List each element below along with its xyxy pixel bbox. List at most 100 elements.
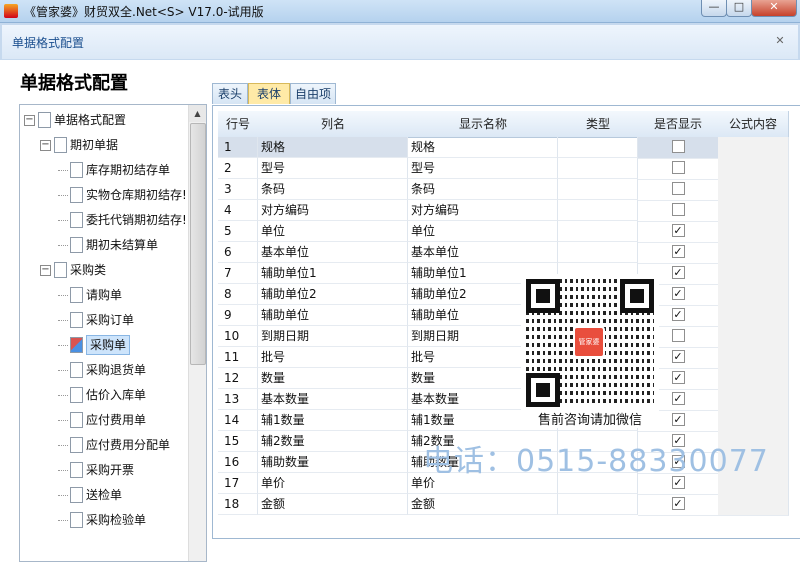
checkbox-checked-icon[interactable]: ✓ bbox=[671, 224, 685, 237]
column-name-cell[interactable]: 数量 bbox=[258, 368, 408, 389]
minimize-button[interactable]: — bbox=[701, 0, 727, 17]
column-name-cell[interactable]: 辅助数量 bbox=[258, 452, 408, 473]
column-header[interactable]: 公式内容 bbox=[718, 111, 789, 138]
display-name-cell[interactable]: 对方编码 bbox=[408, 200, 558, 221]
checkbox-unchecked-icon[interactable] bbox=[671, 140, 685, 153]
tree-item[interactable]: 采购退货单 bbox=[20, 358, 185, 382]
tab-header[interactable]: 表头 bbox=[212, 83, 248, 104]
display-name-cell[interactable]: 金额 bbox=[408, 494, 558, 515]
column-name-cell[interactable]: 单价 bbox=[258, 473, 408, 494]
formula-cell bbox=[718, 137, 789, 159]
column-name-cell[interactable]: 金额 bbox=[258, 494, 408, 515]
tree-connector bbox=[58, 220, 68, 221]
column-name-cell[interactable]: 条码 bbox=[258, 179, 408, 200]
tree-scrollbar[interactable]: ▲ bbox=[188, 105, 206, 561]
scroll-thumb[interactable] bbox=[190, 123, 206, 365]
formula-cell bbox=[718, 410, 789, 432]
type-cell bbox=[558, 494, 638, 515]
close-window-button[interactable]: ✕ bbox=[751, 0, 797, 17]
column-header[interactable]: 是否显示 bbox=[638, 111, 719, 138]
column-name-cell[interactable]: 单位 bbox=[258, 221, 408, 242]
checkbox-checked-icon[interactable]: ✓ bbox=[671, 266, 685, 279]
show-cell[interactable] bbox=[638, 137, 719, 159]
document-icon bbox=[70, 212, 83, 228]
column-header[interactable]: 显示名称 bbox=[408, 111, 559, 138]
column-name-cell[interactable]: 对方编码 bbox=[258, 200, 408, 221]
checkbox-checked-icon[interactable]: ✓ bbox=[671, 245, 685, 258]
dialog-close-icon[interactable]: ✕ bbox=[773, 34, 787, 48]
checkbox-checked-icon[interactable]: ✓ bbox=[671, 371, 685, 384]
display-name-cell[interactable]: 型号 bbox=[408, 158, 558, 179]
checkbox-unchecked-icon[interactable] bbox=[671, 182, 685, 195]
tree-item[interactable]: 采购检验单 bbox=[20, 508, 185, 532]
tree-item[interactable]: 实物仓库期初结存! bbox=[20, 183, 187, 207]
document-icon bbox=[70, 412, 83, 428]
document-icon bbox=[70, 487, 83, 503]
tab-body[interactable]: 表体 bbox=[248, 83, 290, 104]
checkbox-checked-icon[interactable]: ✓ bbox=[671, 413, 685, 426]
display-name-cell[interactable]: 条码 bbox=[408, 179, 558, 200]
column-name-cell[interactable]: 到期日期 bbox=[258, 326, 408, 347]
display-name-cell[interactable]: 基本单位 bbox=[408, 242, 558, 263]
display-name-cell[interactable]: 单位 bbox=[408, 221, 558, 242]
column-header[interactable]: 列名 bbox=[258, 111, 409, 138]
checkbox-checked-icon[interactable]: ✓ bbox=[671, 497, 685, 510]
tree-item-label: 委托代销期初结存! bbox=[86, 213, 187, 227]
page-title: 单据格式配置 bbox=[20, 73, 128, 94]
show-cell[interactable]: ✓ bbox=[638, 242, 719, 264]
tab-free-items[interactable]: 自由项 bbox=[290, 83, 336, 104]
formula-cell bbox=[718, 158, 789, 180]
column-name-cell[interactable]: 批号 bbox=[258, 347, 408, 368]
tree-item[interactable]: 估价入库单 bbox=[20, 383, 185, 407]
checkbox-unchecked-icon[interactable] bbox=[671, 161, 685, 174]
tree-item[interactable]: 期初未结算单 bbox=[20, 233, 185, 257]
column-name-cell[interactable]: 辅助单位 bbox=[258, 305, 408, 326]
tree-node-root[interactable]: − 单据格式配置 bbox=[20, 108, 185, 132]
column-name-cell[interactable]: 辅助单位1 bbox=[258, 263, 408, 284]
document-icon bbox=[54, 262, 67, 278]
column-name-cell[interactable]: 规格 bbox=[258, 137, 408, 158]
tree-group-1[interactable]: − 采购类 bbox=[20, 258, 185, 282]
collapse-icon[interactable]: − bbox=[40, 265, 51, 276]
tree-item[interactable]: 采购单 bbox=[20, 333, 185, 357]
tree-item[interactable]: 应付费用单 bbox=[20, 408, 185, 432]
show-cell[interactable] bbox=[638, 200, 719, 222]
column-header[interactable]: 行号 bbox=[218, 111, 259, 138]
formula-cell bbox=[718, 389, 789, 411]
formula-cell bbox=[718, 221, 789, 243]
checkbox-unchecked-icon[interactable] bbox=[671, 203, 685, 216]
maximize-button[interactable]: □ bbox=[726, 0, 752, 17]
checkbox-unchecked-icon[interactable] bbox=[671, 329, 685, 342]
column-header[interactable]: 类型 bbox=[558, 111, 639, 138]
column-name-cell[interactable]: 型号 bbox=[258, 158, 408, 179]
scroll-up-icon[interactable]: ▲ bbox=[189, 105, 206, 122]
checkbox-checked-icon[interactable]: ✓ bbox=[671, 350, 685, 363]
column-name-cell[interactable]: 基本单位 bbox=[258, 242, 408, 263]
tree-item[interactable]: 库存期初结存单 bbox=[20, 158, 185, 182]
show-cell[interactable]: ✓ bbox=[638, 221, 719, 243]
tree-item[interactable]: 送检单 bbox=[20, 483, 185, 507]
tree-connector bbox=[58, 395, 68, 396]
tree-item[interactable]: 委托代销期初结存! bbox=[20, 208, 187, 232]
show-cell[interactable] bbox=[638, 158, 719, 180]
checkbox-checked-icon[interactable]: ✓ bbox=[671, 392, 685, 405]
collapse-icon[interactable]: − bbox=[24, 115, 35, 126]
show-cell[interactable]: ✓ bbox=[638, 494, 719, 516]
app-icon bbox=[4, 4, 18, 18]
show-cell[interactable] bbox=[638, 179, 719, 201]
tree-item[interactable]: 请购单 bbox=[20, 283, 185, 307]
tree-item[interactable]: 采购订单 bbox=[20, 308, 185, 332]
checkbox-checked-icon[interactable]: ✓ bbox=[671, 287, 685, 300]
tree-item[interactable]: 应付费用分配单 bbox=[20, 433, 185, 457]
display-name-cell[interactable]: 规格 bbox=[408, 137, 558, 158]
checkbox-checked-icon[interactable]: ✓ bbox=[671, 308, 685, 321]
tree-node-label: 单据格式配置 bbox=[54, 113, 127, 127]
column-name-cell[interactable]: 辅1数量 bbox=[258, 410, 408, 431]
column-name-cell[interactable]: 辅2数量 bbox=[258, 431, 408, 452]
tree-item[interactable]: 采购开票 bbox=[20, 458, 185, 482]
column-name-cell[interactable]: 基本数量 bbox=[258, 389, 408, 410]
collapse-icon[interactable]: − bbox=[40, 140, 51, 151]
column-name-cell[interactable]: 辅助单位2 bbox=[258, 284, 408, 305]
type-cell bbox=[558, 221, 638, 242]
tree-group-0[interactable]: − 期初单据 bbox=[20, 133, 185, 157]
